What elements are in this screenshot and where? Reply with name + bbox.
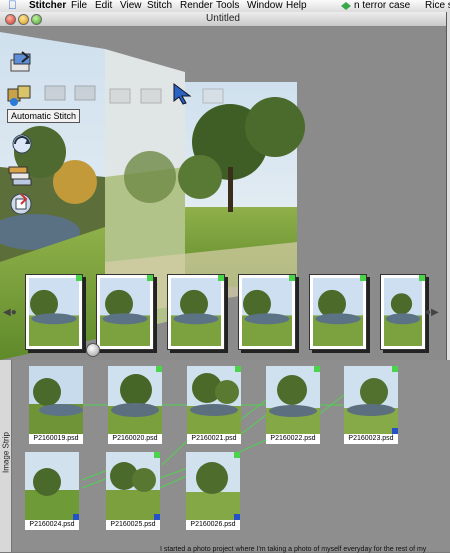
strip-image-caption: P2160022.psd [266,434,320,444]
thumbnail-photo [100,278,150,346]
stitcher-document-window: Untitled Automatic Stitch ◀● ●▶ [0,12,447,360]
image-strip-tab[interactable]: Image Strip [0,360,12,552]
status-tag-green [234,452,240,458]
automatic-stitch-tooltip: Automatic Stitch [7,109,81,123]
menu-extra-icon[interactable] [340,1,352,11]
status-tag-green [419,275,425,281]
status-tag-green [156,366,162,372]
strip-image-caption: P2160025.psd [106,520,160,530]
scroll-left-arrow-icon[interactable]: ◀● [3,307,17,318]
strip-image-caption: P2160024.psd [25,520,79,530]
strip-image-caption: P2160023.psd [344,434,398,444]
background-window-title: n terror case [354,0,411,11]
thumbnail-image[interactable] [380,274,426,350]
strip-image-card[interactable]: P2160020.psd [108,366,162,444]
thumbnail-photo [313,278,363,346]
thumbnail-photo [242,278,292,346]
status-tag-green [154,452,160,458]
stitch-tool-1-icon[interactable] [42,81,68,105]
menu-file[interactable]: File [71,0,87,12]
status-tag-green [289,275,295,281]
thumbnail-image[interactable] [167,274,225,350]
image-strip-content: P2160019.psd P2160020.psd P2160021.psd P… [12,360,450,552]
strip-image-card[interactable]: P2160022.psd [266,366,320,444]
scroll-right-arrow-icon[interactable]: ●▶ [425,307,439,318]
strip-image-caption: P2160021.psd [187,434,241,444]
open-images-icon[interactable] [8,50,34,74]
status-tag-green [314,366,320,372]
rotate-icon[interactable] [9,132,35,156]
window-title: Untitled [206,13,240,24]
menu-view[interactable]: View [120,0,142,12]
layers-icon[interactable] [7,163,33,187]
strip-image-card[interactable]: P2160023.psd [344,366,398,444]
strip-image-card[interactable]: P2160026.psd [186,452,240,530]
thumbnail-image[interactable] [25,274,83,350]
strip-image-card[interactable]: P2160024.psd [25,452,79,530]
strip-image-card[interactable]: P2160021.psd [187,366,241,444]
status-tag-green [76,275,82,281]
menu-render[interactable]: Render [180,0,213,12]
image-strip-label: Image Strip [1,432,11,473]
thumbnail-photo [29,278,79,346]
thumbnail-image[interactable] [96,274,154,350]
thumbnail-photo [384,278,422,346]
render-icon[interactable] [8,192,34,216]
image-strip-panel: Image Strip P2160019.psd P2160020.psd P2… [0,360,450,552]
stitch-tool-2-icon[interactable] [72,81,98,105]
strip-image-caption: P2160020.psd [108,434,162,444]
window-titlebar[interactable]: Untitled [0,12,446,27]
menu-app-stitcher[interactable]: Stitcher [29,0,66,12]
status-tag-green [218,275,224,281]
strip-image-caption: P2160026.psd [186,520,240,530]
menu-tools[interactable]: Tools [216,0,239,12]
background-window-title-2: Rice sig [425,0,450,11]
select-arrow-icon[interactable] [170,81,196,105]
menu-window[interactable]: Window [247,0,283,12]
zoom-slider-knob[interactable] [86,343,100,357]
menu-help[interactable]: Help [286,0,307,12]
status-tag-green [235,366,241,372]
strip-image-card[interactable]: P2160025.psd [106,452,160,530]
strip-image-caption: P2160019.psd [29,434,83,444]
stitch-tool-3-icon[interactable] [107,84,133,108]
thumbnail-photo [171,278,221,346]
thumbnail-image[interactable] [309,274,367,350]
menu-stitch[interactable]: Stitch [147,0,172,12]
stitch-tool-4-icon[interactable] [138,84,164,108]
stitch-tool-5-icon[interactable] [200,84,226,108]
thumbnail-image[interactable] [238,274,296,350]
automatic-stitch-icon[interactable] [6,83,32,107]
apple-menu-icon[interactable]:  [8,0,20,11]
strip-image-card[interactable]: P2160019.psd [29,366,83,444]
stitch-canvas[interactable]: Automatic Stitch ◀● ●▶ [0,27,446,360]
menu-edit[interactable]: Edit [95,0,112,12]
status-tag-green [360,275,366,281]
status-tag-green [147,275,153,281]
status-tag-green [392,366,398,372]
